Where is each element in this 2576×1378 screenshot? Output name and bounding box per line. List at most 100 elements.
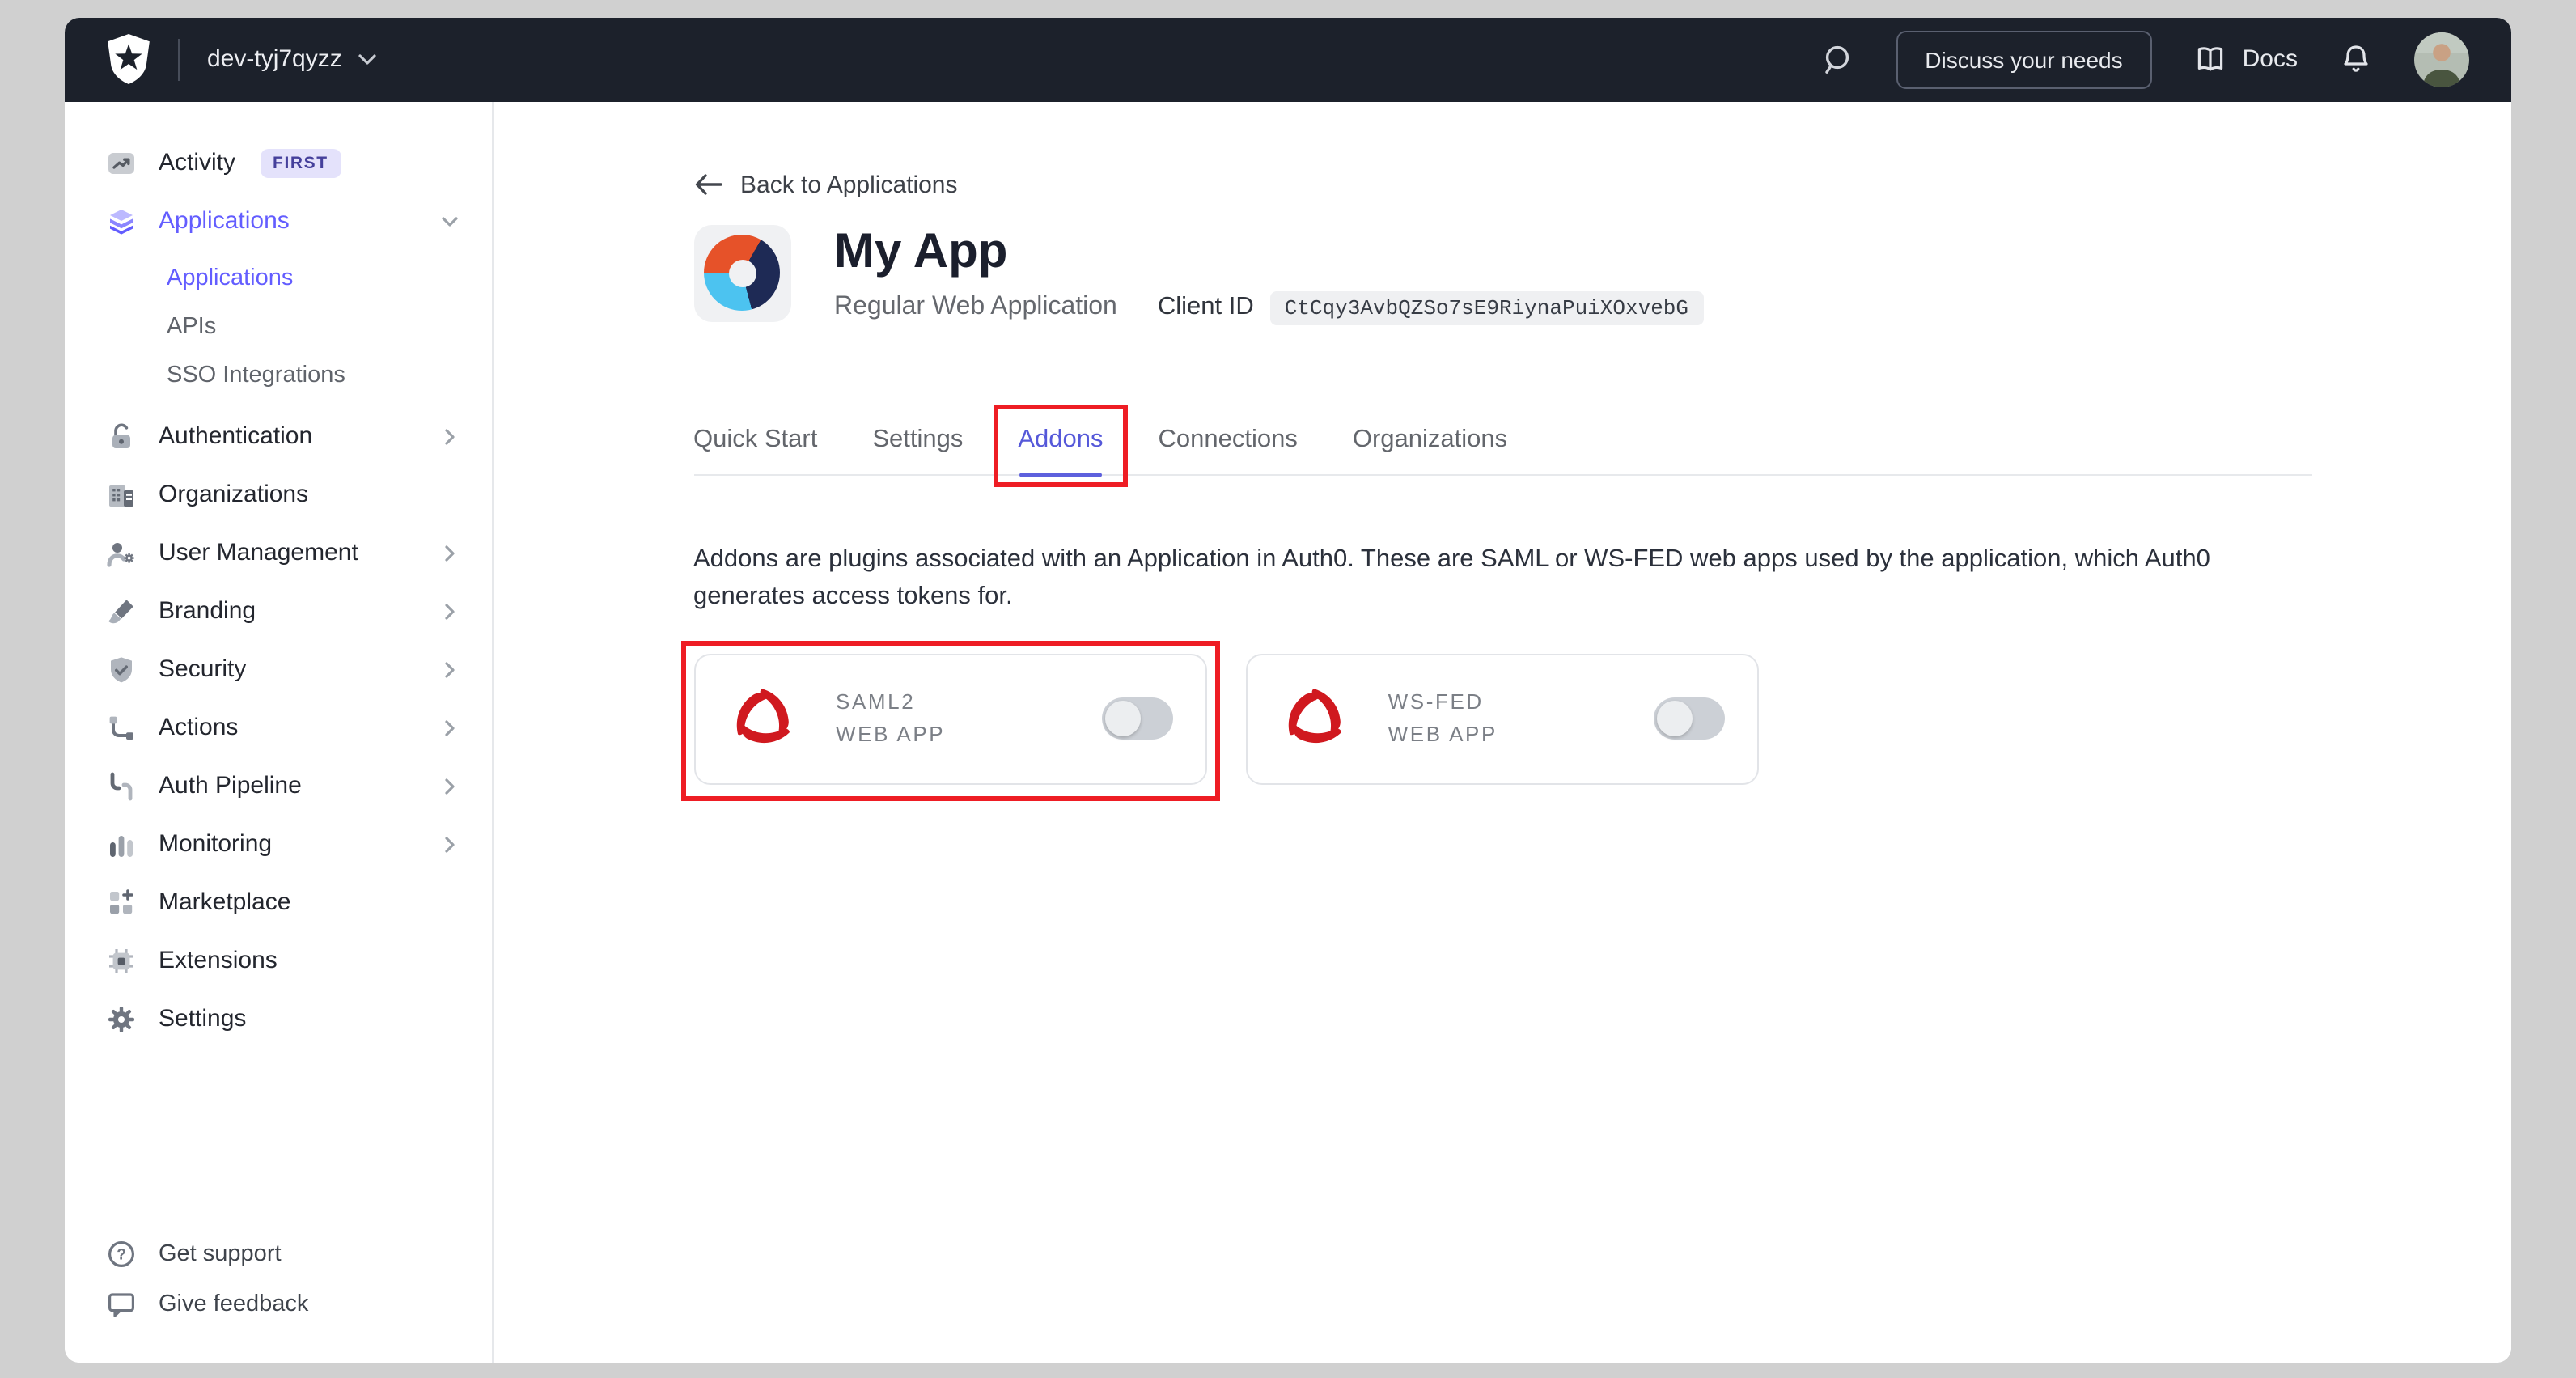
sidebar-item-marketplace[interactable]: Marketplace bbox=[65, 873, 492, 931]
saml-logo-icon bbox=[727, 681, 795, 756]
sidebar-item-organizations[interactable]: Organizations bbox=[65, 465, 492, 524]
bar-chart-icon bbox=[105, 828, 138, 860]
sidebar-item-label: Monitoring bbox=[159, 828, 272, 860]
addons-description: Addons are plugins associated with an Ap… bbox=[693, 540, 2311, 614]
tab-addons[interactable]: Addons bbox=[1018, 425, 1103, 473]
ws-fed-addon-card[interactable]: WS-FED WEB APP bbox=[1246, 653, 1760, 784]
sidebar-item-auth-pipeline[interactable]: Auth Pipeline bbox=[65, 757, 492, 815]
addon-title: SAML2 WEB APP bbox=[836, 686, 945, 751]
sidebar-item-label: Authentication bbox=[159, 420, 312, 452]
paintbrush-icon bbox=[105, 595, 138, 627]
sidebar-item-actions[interactable]: Actions bbox=[65, 698, 492, 757]
chip-icon bbox=[105, 944, 138, 977]
chevron-right-icon bbox=[440, 718, 460, 737]
give-feedback-label: Give feedback bbox=[159, 1288, 308, 1321]
auth0-shield-logo-icon[interactable] bbox=[107, 34, 150, 84]
addon-title: WS-FED WEB APP bbox=[1388, 686, 1498, 751]
tab-settings[interactable]: Settings bbox=[872, 425, 963, 473]
client-id-group: Client ID CtCqy3AvbQZSo7sE9RiynaPuiXOxve… bbox=[1158, 290, 1703, 324]
tab-organizations[interactable]: Organizations bbox=[1353, 425, 1507, 473]
pipeline-icon bbox=[105, 770, 138, 802]
content-column: Back to Applications My App Regular Web … bbox=[693, 101, 2311, 784]
saml2-addon-card[interactable]: SAML2 WEB APP bbox=[693, 653, 1207, 784]
sidebar-item-label: Activity bbox=[159, 146, 235, 179]
sidebar-item-label: Extensions bbox=[159, 944, 278, 977]
tab-connections[interactable]: Connections bbox=[1159, 425, 1298, 473]
notifications-bell-icon[interactable] bbox=[2338, 41, 2374, 77]
gear-icon bbox=[105, 1003, 138, 1035]
search-icon[interactable] bbox=[1820, 41, 1855, 77]
chevron-right-icon bbox=[440, 601, 460, 621]
sidebar-item-monitoring[interactable]: Monitoring bbox=[65, 815, 492, 873]
user-avatar[interactable] bbox=[2414, 32, 2469, 87]
active-tab-underline bbox=[1019, 472, 1101, 477]
docs-label: Docs bbox=[2243, 45, 2298, 73]
addon-title-line1: WS-FED bbox=[1388, 686, 1498, 719]
arrow-left-icon bbox=[693, 173, 722, 196]
app-header-text: My App Regular Web Application Client ID… bbox=[834, 224, 1703, 324]
sidebar-item-security[interactable]: Security bbox=[65, 640, 492, 698]
saml2-toggle-off[interactable] bbox=[1102, 697, 1173, 740]
client-id-label: Client ID bbox=[1158, 293, 1254, 322]
sidebar-item-user-management[interactable]: User Management bbox=[65, 524, 492, 582]
sidebar: Activity FIRST Applications bbox=[65, 101, 494, 1362]
client-id-value: CtCqy3AvbQZSo7sE9RiynaPuiXOxvebG bbox=[1270, 290, 1703, 324]
addon-title-line2: WEB APP bbox=[836, 719, 945, 751]
sidebar-item-extensions[interactable]: Extensions bbox=[65, 931, 492, 990]
app-type-label: Regular Web Application bbox=[834, 293, 1117, 322]
flow-icon bbox=[105, 711, 138, 744]
sidebar-item-settings[interactable]: Settings bbox=[65, 990, 492, 1048]
topbar-left: dev-tyj7qyzz bbox=[107, 34, 378, 84]
shield-check-icon bbox=[105, 653, 138, 685]
user-gear-icon bbox=[105, 536, 138, 569]
chevron-right-icon bbox=[440, 659, 460, 679]
app-title: My App bbox=[834, 224, 1703, 279]
body-row: Activity FIRST Applications bbox=[65, 101, 2511, 1362]
sidebar-item-label: Marketplace bbox=[159, 886, 290, 918]
tab-quick-start[interactable]: Quick Start bbox=[693, 425, 817, 473]
organization-icon bbox=[105, 478, 138, 511]
back-to-applications-link[interactable]: Back to Applications bbox=[693, 171, 958, 198]
sidebar-item-authentication[interactable]: Authentication bbox=[65, 407, 492, 465]
back-link-label: Back to Applications bbox=[740, 171, 958, 198]
app-header: My App Regular Web Application Client ID… bbox=[693, 224, 2311, 324]
give-feedback-link[interactable]: Give feedback bbox=[65, 1279, 492, 1329]
svg-text:?: ? bbox=[117, 1247, 126, 1264]
sidebar-item-applications[interactable]: Applications bbox=[65, 192, 492, 250]
topbar: dev-tyj7qyzz Discuss your needs bbox=[65, 17, 2511, 101]
docs-link[interactable]: Docs bbox=[2193, 41, 2298, 77]
activity-icon bbox=[105, 146, 138, 179]
app-donut-logo-icon bbox=[693, 224, 790, 321]
addons-grid: SAML2 WEB APP bbox=[693, 653, 2311, 784]
chevron-right-icon bbox=[440, 426, 460, 446]
tenant-switcher[interactable]: dev-tyj7qyzz bbox=[207, 45, 378, 73]
get-support-link[interactable]: ? Get support bbox=[65, 1229, 492, 1279]
sidebar-subitem-apis[interactable]: APIs bbox=[65, 302, 492, 350]
discuss-your-needs-button[interactable]: Discuss your needs bbox=[1896, 30, 2151, 88]
first-badge: FIRST bbox=[260, 148, 341, 177]
chevron-down-icon bbox=[440, 211, 460, 231]
sidebar-item-branding[interactable]: Branding bbox=[65, 582, 492, 640]
tab-bar: Quick Start Settings Addons Connections bbox=[693, 425, 2311, 475]
ws-fed-toggle-off[interactable] bbox=[1654, 697, 1725, 740]
chevron-right-icon bbox=[440, 776, 460, 795]
sidebar-item-label: User Management bbox=[159, 536, 358, 569]
tab-label: Addons bbox=[1018, 425, 1103, 452]
chat-bubble-icon bbox=[105, 1288, 138, 1321]
sidebar-item-label: Branding bbox=[159, 595, 256, 627]
get-support-label: Get support bbox=[159, 1238, 282, 1270]
sidebar-item-activity[interactable]: Activity FIRST bbox=[65, 134, 492, 192]
screenshot-stage: dev-tyj7qyzz Discuss your needs bbox=[0, 0, 2576, 1378]
addon-title-line1: SAML2 bbox=[836, 686, 945, 719]
layers-icon bbox=[105, 205, 138, 237]
sidebar-item-label: Auth Pipeline bbox=[159, 770, 302, 802]
saml-logo-icon bbox=[1280, 681, 1348, 756]
tab-label: Quick Start bbox=[693, 425, 817, 452]
app-window: dev-tyj7qyzz Discuss your needs bbox=[65, 17, 2511, 1362]
toggle-knob bbox=[1105, 701, 1141, 736]
topbar-divider bbox=[178, 38, 180, 80]
sidebar-subitem-sso-integrations[interactable]: SSO Integrations bbox=[65, 350, 492, 399]
sidebar-item-label: Actions bbox=[159, 711, 238, 744]
sidebar-item-label: Settings bbox=[159, 1003, 246, 1035]
sidebar-subitem-applications[interactable]: Applications bbox=[65, 253, 492, 302]
